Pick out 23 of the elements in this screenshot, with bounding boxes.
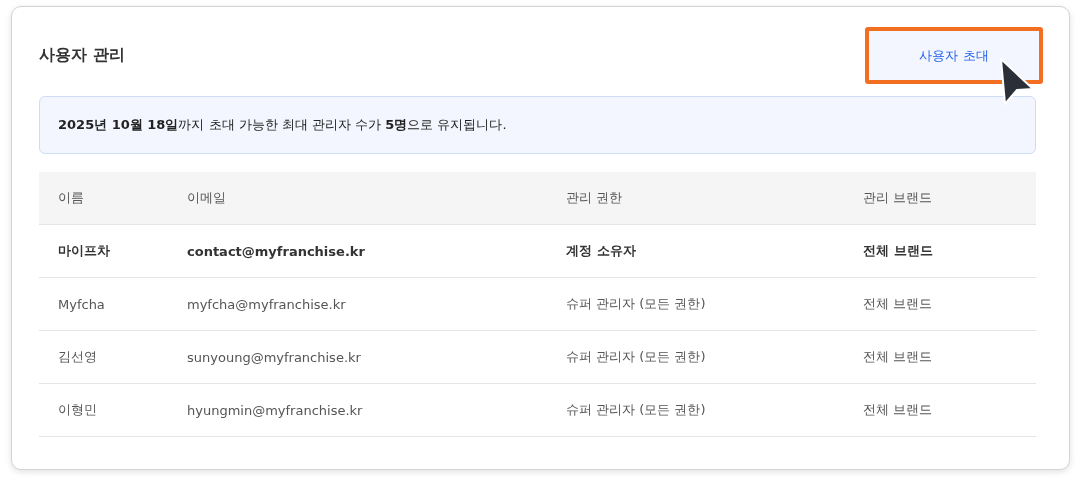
column-header: 관리 브랜드 xyxy=(844,172,1036,225)
table-cell: 슈퍼 관리자 (모든 권한) xyxy=(547,384,844,437)
column-header: 이메일 xyxy=(168,172,547,225)
table-cell: sunyoung@myfranchise.kr xyxy=(168,331,547,384)
table-cell: contact@myfranchise.kr xyxy=(168,225,547,278)
table-cell: 전체 브랜드 xyxy=(844,225,1036,278)
table-cell: 슈퍼 관리자 (모든 권한) xyxy=(547,278,844,331)
table-cell: Myfcha xyxy=(39,278,168,331)
table-cell: 마이프차 xyxy=(39,225,168,278)
table-cell: 이형민 xyxy=(39,384,168,437)
table-cell: myfcha@myfranchise.kr xyxy=(168,278,547,331)
table-cell: 전체 브랜드 xyxy=(844,278,1036,331)
column-header: 이름 xyxy=(39,172,168,225)
table-cell: hyungmin@myfranchise.kr xyxy=(168,384,547,437)
page-title: 사용자 관리 xyxy=(39,45,125,66)
table-cell: 계정 소유자 xyxy=(547,225,844,278)
invite-user-button[interactable]: 사용자 초대 xyxy=(865,27,1043,84)
column-header: 관리 권한 xyxy=(547,172,844,225)
table-cell: 전체 브랜드 xyxy=(844,331,1036,384)
table-cell: 슈퍼 관리자 (모든 권한) xyxy=(547,331,844,384)
notice-message: 2025년 10월 18일까지 초대 가능한 최대 관리자 수가 5명으로 유지됩니다. xyxy=(39,96,1036,154)
table-cell: 전체 브랜드 xyxy=(844,384,1036,437)
table-cell: 김선영 xyxy=(39,331,168,384)
